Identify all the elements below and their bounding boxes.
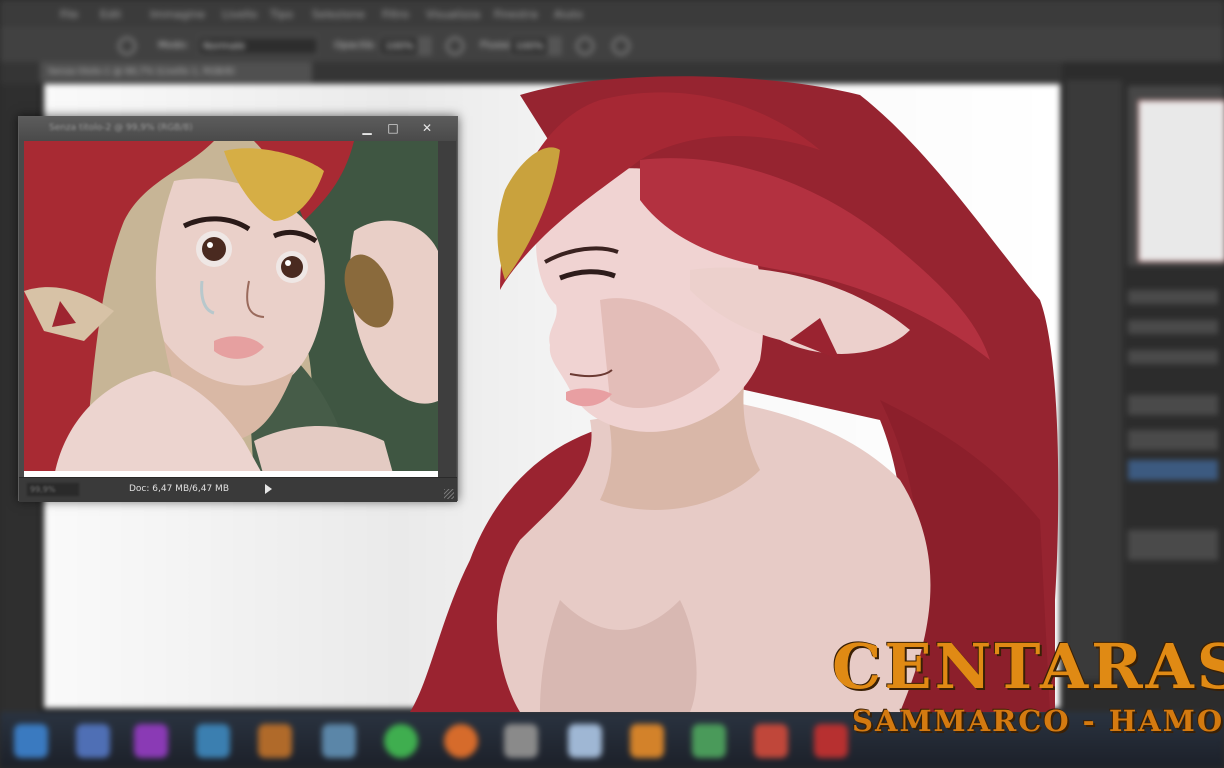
maximize-icon[interactable]: □ (381, 119, 405, 137)
panel-row (1128, 320, 1218, 334)
document-image[interactable] (24, 141, 438, 477)
opacity-label: Opacità: (334, 40, 377, 51)
opacity-input[interactable]: 100% (380, 37, 418, 55)
menu-layer[interactable]: Livello (222, 8, 257, 21)
photo-icon[interactable] (568, 724, 602, 758)
close-icon[interactable]: ✕ (415, 119, 439, 137)
navigator-thumbnail[interactable] (1138, 100, 1224, 262)
media-icon[interactable] (258, 724, 292, 758)
pressure-opacity-icon[interactable] (446, 37, 464, 55)
menu-select[interactable]: Selezione (312, 8, 365, 21)
menu-view[interactable]: Visualizza (426, 8, 480, 21)
mode-select[interactable]: Normale (198, 37, 318, 55)
mail-icon[interactable] (322, 724, 356, 758)
floating-document-window[interactable]: Senza titolo-2 @ 99,9% (RGB/8) ▁ □ ✕ 99,… (18, 116, 458, 502)
menu-image[interactable]: Immagine (150, 8, 205, 21)
flow-dropdown[interactable] (549, 37, 561, 55)
blue-app-icon[interactable] (14, 724, 48, 758)
layer-row[interactable] (1128, 430, 1218, 450)
logo-title: CENTARAS (832, 630, 1224, 703)
menu-help[interactable]: Aiuto (554, 8, 583, 21)
blue-app-2-icon[interactable] (76, 724, 110, 758)
vlc-icon[interactable] (630, 724, 664, 758)
mode-label: Modo: (158, 40, 189, 51)
menu-file[interactable]: File (60, 8, 78, 21)
options-bar: Modo: Normale Opacità: 100% Flusso: 100% (0, 28, 1224, 63)
firefox-icon[interactable] (444, 724, 478, 758)
opacity-dropdown[interactable] (419, 37, 431, 55)
red-app-icon[interactable] (814, 724, 848, 758)
purple-app-icon[interactable] (134, 724, 168, 758)
settings-icon[interactable] (504, 724, 538, 758)
status-menu-arrow-icon[interactable] (265, 484, 272, 494)
window-title: Senza titolo-2 @ 99,9% (RGB/8) (49, 123, 193, 133)
status-bar: 99,9% Doc: 6,47 MB/6,47 MB (19, 477, 457, 502)
red-app-icon[interactable] (754, 724, 788, 758)
document-size-info: Doc: 6,47 MB/6,47 MB (129, 484, 229, 494)
sketch-painting (24, 141, 438, 477)
airbrush-icon[interactable] (576, 37, 594, 55)
panel-row (1128, 290, 1218, 304)
flow-input[interactable]: 100% (510, 37, 548, 55)
menu-filter[interactable]: Filtro (382, 8, 409, 21)
pressure-size-icon[interactable] (612, 37, 630, 55)
minimize-icon[interactable]: ▁ (355, 119, 379, 137)
vertical-scrollbar[interactable] (438, 141, 456, 483)
panel-icon-column (1066, 80, 1122, 680)
game-icon[interactable] (692, 724, 726, 758)
document-tab[interactable]: Senza titolo-1 @ 66,7% (Livello 1, RGB/8… (40, 62, 312, 82)
window-titlebar[interactable]: Senza titolo-2 @ 99,9% (RGB/8) ▁ □ ✕ (19, 117, 457, 141)
logo-subtitle: SAMMARCO - HAMON (852, 704, 1224, 738)
layer-row-selected[interactable] (1128, 460, 1218, 480)
resize-grip-icon[interactable] (444, 489, 454, 499)
panel-row (1128, 350, 1218, 364)
menu-bar: File Edit Immagine Livello Tipo Selezion… (0, 0, 1224, 28)
menu-window[interactable]: Finestra (494, 8, 538, 21)
menu-edit[interactable]: Edit (100, 8, 121, 21)
chrome-icon[interactable] (384, 724, 418, 758)
menu-type[interactable]: Tipo (270, 8, 293, 21)
folder-icon[interactable] (196, 724, 230, 758)
brush-preset-icon[interactable] (118, 37, 136, 55)
color-swatch-row[interactable] (1128, 530, 1218, 560)
layer-row[interactable] (1128, 395, 1218, 415)
zoom-field[interactable]: 99,9% (27, 483, 79, 496)
